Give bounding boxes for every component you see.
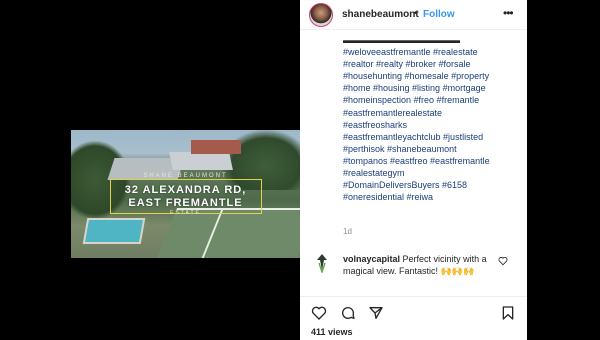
- caption-hashtag-line[interactable]: #househunting #homesale #property: [343, 70, 521, 82]
- header-separator: •: [414, 8, 418, 19]
- media-area: SHANE BEAUMONT 32 ALEXANDRA RD, EAST FRE…: [0, 0, 300, 340]
- save-bookmark-icon[interactable]: [500, 305, 516, 321]
- caption-hashtag-line[interactable]: #oneresidential #reiwa: [343, 191, 521, 203]
- caption-hashtag-line[interactable]: #tompanos #eastfreo #eastfremantle: [343, 155, 521, 167]
- caption-hashtag-line[interactable]: #perthisok #shanebeaumont: [343, 143, 521, 155]
- follow-button[interactable]: Follow: [423, 9, 455, 20]
- comment-emoji: 🙌🙌🙌: [440, 266, 475, 276]
- caption-hashtag-line[interactable]: #eastfremantleyachtclub #justlisted: [343, 131, 521, 143]
- caption-censored-line: ▬▬▬▬▬▬▬▬▬▬▬▬▬: [343, 35, 460, 45]
- post-caption: ▬▬▬▬▬▬▬▬▬▬▬▬▬ #weloveeastfremantle #real…: [343, 34, 521, 203]
- video-roof: [169, 152, 233, 170]
- video-overlay-suburb: EAST FREMANTLE: [128, 197, 243, 209]
- caption-hashtag-line[interactable]: #realestategym: [343, 167, 521, 179]
- post-side-panel: shanebeaumont • Follow ••• ▬▬▬▬▬▬▬▬▬▬▬▬▬…: [300, 0, 527, 340]
- caption-hashtag-line[interactable]: #realtor #realty #broker #forsale: [343, 58, 521, 70]
- comment-username[interactable]: volnaycapital: [343, 254, 400, 264]
- post-timestamp[interactable]: 1d: [343, 227, 352, 236]
- caption-hashtag-line[interactable]: #home #housing #listing #mortgage: [343, 82, 521, 94]
- post-header: shanebeaumont • Follow •••: [300, 0, 527, 30]
- avatar[interactable]: [309, 3, 333, 27]
- caption-hashtag-line[interactable]: #eastfreosharks: [343, 119, 521, 131]
- view-count[interactable]: 411 views: [311, 327, 353, 337]
- caption-hashtag-line[interactable]: #weloveeastfremantle #realestate: [343, 46, 521, 58]
- like-comment-heart-icon[interactable]: [498, 256, 508, 266]
- backdrop-right: [527, 0, 600, 340]
- caption-hashtag-line[interactable]: #homeinspection #freo #fremantle: [343, 94, 521, 106]
- comment-bubble-icon[interactable]: [340, 305, 356, 321]
- share-paper-plane-icon[interactable]: [368, 305, 384, 321]
- caption-hashtag-line[interactable]: #DomainDeliversBuyers #6158: [343, 179, 521, 191]
- video-roof: [191, 140, 241, 154]
- post-actions-bar: [300, 296, 527, 324]
- comment: volnaycapital Perfect vicinity with a ma…: [343, 253, 503, 277]
- caption-hashtag-line[interactable]: #eastfremantlerealestate: [343, 107, 521, 119]
- post-video[interactable]: SHANE BEAUMONT 32 ALEXANDRA RD, EAST FRE…: [71, 130, 300, 258]
- video-overlay-bottom-text: ESTATE: [170, 210, 201, 216]
- commenter-avatar[interactable]: [312, 253, 332, 273]
- post-username[interactable]: shanebeaumont: [342, 9, 419, 20]
- like-heart-icon[interactable]: [311, 305, 327, 321]
- more-options-icon[interactable]: •••: [503, 6, 514, 20]
- video-pool: [82, 218, 146, 244]
- video-overlay-address: 32 ALEXANDRA RD,: [124, 184, 247, 196]
